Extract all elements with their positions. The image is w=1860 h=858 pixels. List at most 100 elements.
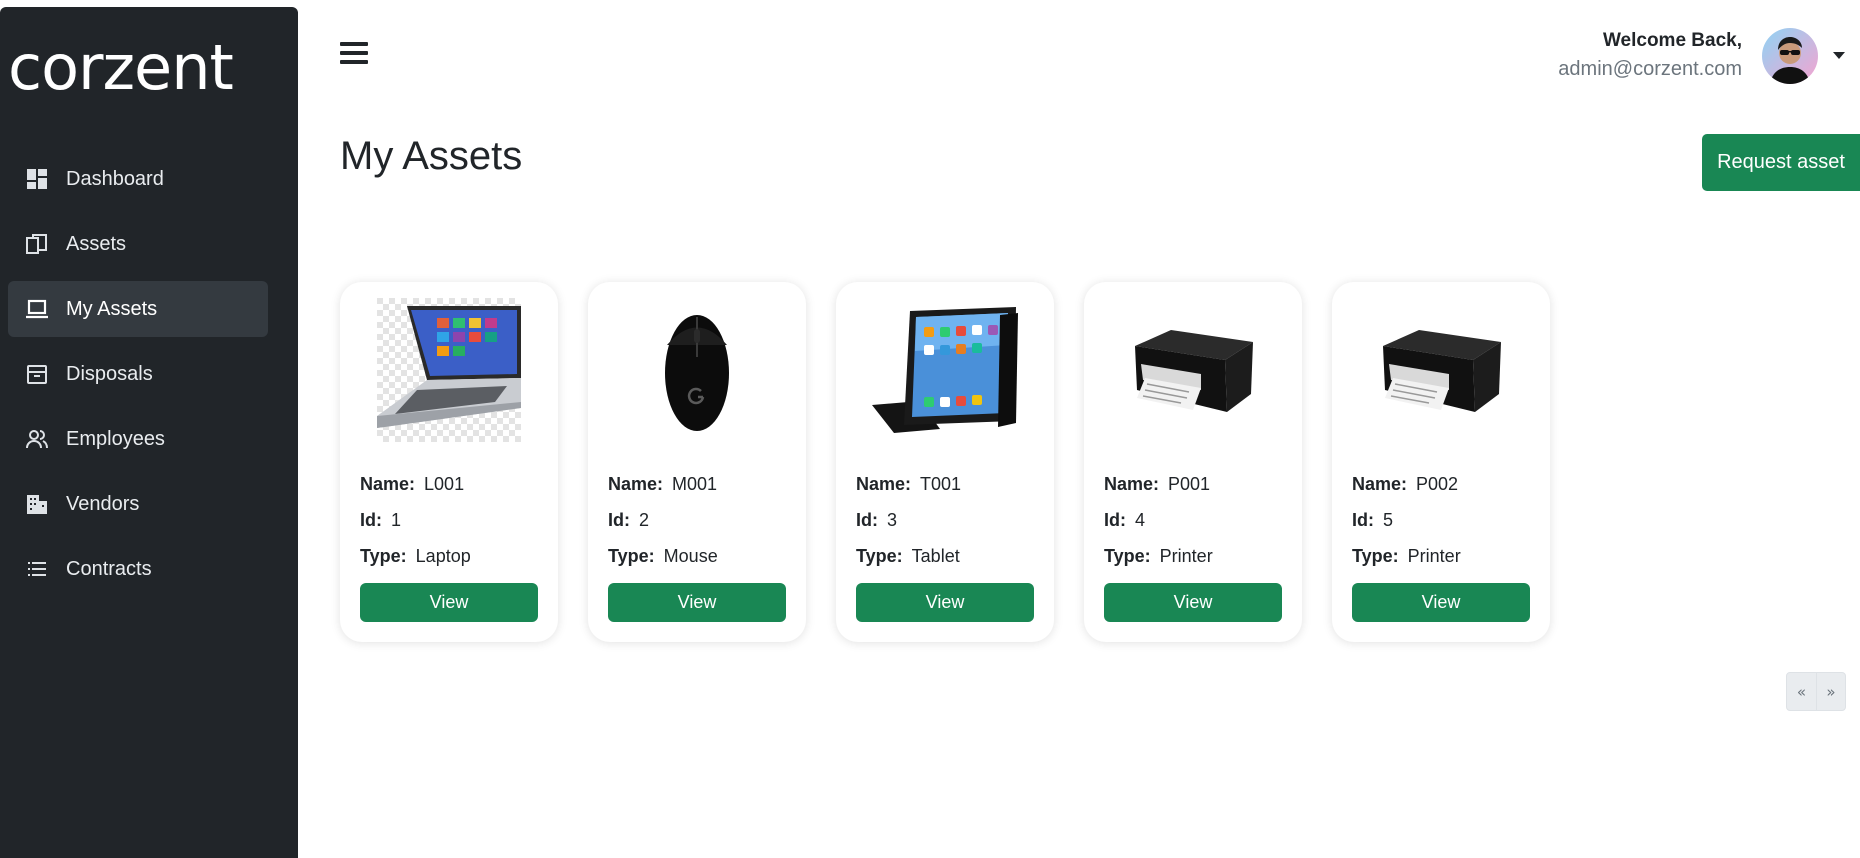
asset-id-row: Id: 1 [360,502,471,538]
type-label: Type: [1352,545,1399,566]
asset-name-row: Name: P002 [1352,466,1461,502]
asset-id-row: Id: 3 [856,502,961,538]
id-label: Id: [1352,509,1374,530]
asset-type: Printer [1407,545,1461,566]
svg-text:corzent: corzent [8,37,233,97]
asset-id: 5 [1383,509,1394,530]
asset-id-row: Id: 5 [1352,502,1461,538]
asset-name: P002 [1416,473,1459,494]
asset-details: Name: L001 Id: 1 Type: Laptop [360,466,471,574]
view-button[interactable]: View [1104,583,1282,622]
sidebar-item-dashboard[interactable]: Dashboard [8,151,268,207]
asset-details: Name: T001 Id: 3 Type: Tablet [856,466,961,574]
asset-name: M001 [672,473,718,494]
sidebar-item-label: Contracts [66,557,152,580]
sidebar-item-my-assets[interactable]: My Assets [8,281,268,337]
view-button[interactable]: View [1352,583,1530,622]
sidebar-item-vendors[interactable]: Vendors [8,476,268,532]
asset-id-row: Id: 2 [608,502,718,538]
asset-type: Laptop [415,545,471,566]
sidebar-item-disposals[interactable]: Disposals [8,346,268,402]
asset-name-row: Name: T001 [856,466,961,502]
name-label: Name: [608,473,664,494]
previous-page-button[interactable]: « [1787,673,1816,710]
request-asset-button[interactable]: Request asset [1702,134,1860,191]
laptop-icon [25,297,49,321]
mouse-image [608,297,786,442]
type-label: Type: [856,545,903,566]
id-label: Id: [1104,509,1126,530]
asset-name: T001 [920,473,962,494]
id-label: Id: [360,509,382,530]
sidebar-item-assets[interactable]: Assets [8,216,268,272]
type-label: Type: [608,545,655,566]
type-label: Type: [1104,545,1151,566]
asset-name-row: Name: P001 [1104,466,1213,502]
sidebar-item-contracts[interactable]: Contracts [8,541,268,597]
printer-image [1352,297,1530,442]
asset-card: Name: T001 Id: 3 Type: Tablet View [836,282,1054,642]
asset-name: L001 [424,473,465,494]
asset-card: Name: L001 Id: 1 Type: Laptop View [340,282,558,642]
asset-type: Mouse [663,545,718,566]
laptop-image [360,297,538,442]
asset-id: 2 [639,509,650,530]
asset-type-row: Type: Printer [1352,538,1461,574]
asset-details: Name: P002 Id: 5 Type: Printer [1352,466,1461,574]
sidebar-item-label: Disposals [66,362,153,385]
name-label: Name: [856,473,912,494]
asset-type-row: Type: Printer [1104,538,1213,574]
asset-name: P001 [1168,473,1211,494]
asset-card: Name: P002 Id: 5 Type: Printer View [1332,282,1550,642]
name-label: Name: [360,473,416,494]
asset-card: Name: M001 Id: 2 Type: Mouse View [588,282,806,642]
view-button[interactable]: View [360,583,538,622]
name-label: Name: [1104,473,1160,494]
assets-icon [25,232,49,256]
sidebar-item-label: My Assets [66,297,158,320]
sidebar: corzent Dashboard Assets My Assets Dispo… [0,7,298,858]
building-icon [25,492,49,516]
sidebar-item-label: Assets [66,232,127,255]
menu-toggle-icon[interactable] [340,42,368,66]
list-icon [25,557,49,581]
asset-name-row: Name: L001 [360,466,471,502]
sidebar-nav: Dashboard Assets My Assets Disposals Emp… [8,151,268,606]
asset-details: Name: P001 Id: 4 Type: Printer [1104,466,1213,574]
chevron-down-icon[interactable] [1833,52,1845,59]
people-icon [25,427,49,451]
asset-id: 4 [1135,509,1146,530]
asset-id: 3 [887,509,898,530]
asset-details: Name: M001 Id: 2 Type: Mouse [608,466,718,574]
asset-name-row: Name: M001 [608,466,718,502]
next-page-button[interactable]: » [1816,673,1845,710]
dashboard-icon [25,167,49,191]
sidebar-item-employees[interactable]: Employees [8,411,268,467]
page-title: My Assets [340,134,523,178]
user-email: admin@corzent.com [1558,58,1742,80]
avatar[interactable] [1762,28,1818,84]
printer-image [1104,297,1282,442]
asset-id-row: Id: 4 [1104,502,1213,538]
name-label: Name: [1352,473,1408,494]
view-button[interactable]: View [856,583,1034,622]
asset-type-row: Type: Tablet [856,538,961,574]
asset-type-row: Type: Mouse [608,538,718,574]
asset-card: Name: P001 Id: 4 Type: Printer View [1084,282,1302,642]
sidebar-item-label: Vendors [66,492,140,515]
asset-id: 1 [391,509,402,530]
view-button[interactable]: View [608,583,786,622]
corzent-logo[interactable]: corzent [8,31,280,104]
archive-icon [25,362,49,386]
id-label: Id: [856,509,878,530]
asset-card-list: Name: L001 Id: 1 Type: Laptop View Name: M00… [340,282,1550,642]
id-label: Id: [608,509,630,530]
sidebar-item-label: Dashboard [66,167,164,190]
asset-type: Tablet [911,545,960,566]
asset-type-row: Type: Laptop [360,538,471,574]
sidebar-item-label: Employees [66,427,165,450]
welcome-text: Welcome Back, [1602,30,1742,51]
user-greeting: Welcome Back, admin@corzent.com [1558,30,1742,81]
asset-type: Printer [1159,545,1213,566]
pagination: « » [1786,672,1846,711]
